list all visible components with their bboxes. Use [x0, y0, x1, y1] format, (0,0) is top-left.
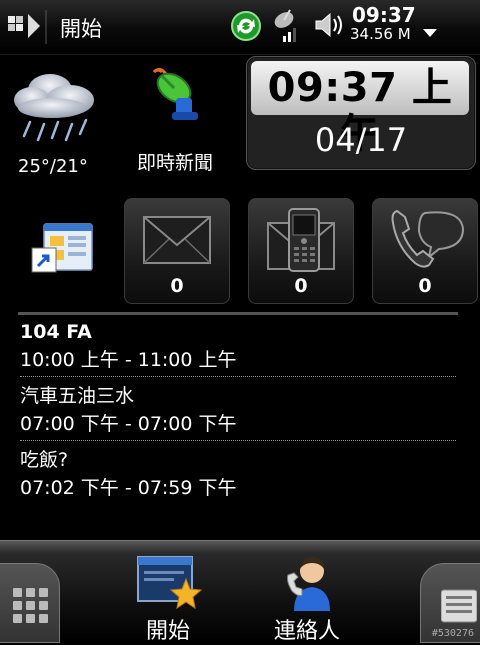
- email-icon: [143, 216, 211, 264]
- appointment-title: 汽車五油三水: [20, 385, 135, 407]
- appointment-item[interactable]: 吃飯? 07:02 下午 - 07:59 下午: [20, 446, 460, 502]
- clock-widget[interactable]: 09:37 上午 04/17: [246, 56, 476, 170]
- app-grid-button[interactable]: [0, 563, 60, 643]
- sms-count: 0: [294, 275, 308, 297]
- appointments-divider: [18, 312, 458, 315]
- contacts-icon: [287, 557, 330, 611]
- sms-tile[interactable]: 0: [248, 198, 354, 304]
- volume-icon[interactable]: [312, 10, 346, 44]
- appointment-title: 104 FA: [20, 321, 92, 343]
- email-count: 0: [170, 275, 184, 297]
- satellite-dish-icon: [152, 67, 198, 120]
- appointment-time: 07:00 下午 - 07:00 下午: [20, 413, 237, 435]
- news-label: 即時新聞: [137, 152, 214, 174]
- appointment-item[interactable]: 104 FA 10:00 上午 - 11:00 上午: [20, 318, 460, 374]
- clock-date: 04/17: [314, 121, 408, 159]
- signal-icon[interactable]: [270, 6, 300, 50]
- page-title[interactable]: 開始: [60, 13, 102, 43]
- email-tile[interactable]: 0: [124, 198, 230, 304]
- weather-temperature: 25°/21°: [18, 156, 88, 177]
- right-softkey-label: 連絡人: [274, 619, 341, 644]
- appointment-item[interactable]: 汽車五油三水 07:00 下午 - 07:00 下午: [20, 382, 460, 438]
- missed-call-count: 0: [418, 275, 432, 297]
- shortcut-icon[interactable]: [30, 222, 94, 278]
- menu-list-icon: [441, 589, 477, 623]
- appointment-time: 10:00 上午 - 11:00 上午: [20, 349, 237, 371]
- start-menu-icon: [137, 556, 203, 610]
- watermark: #530276: [431, 628, 474, 639]
- status-clock[interactable]: 09:37: [352, 5, 416, 25]
- windows-flag-icon: [8, 10, 47, 44]
- app-grid-icon: [13, 588, 48, 623]
- clock-time-panel: 09:37 上午: [251, 61, 469, 157]
- divider: [20, 376, 456, 377]
- appointment-title: 吃飯?: [20, 449, 69, 471]
- divider: [20, 440, 456, 441]
- sync-icon[interactable]: [230, 10, 262, 46]
- missed-call-tile[interactable]: 0: [372, 198, 478, 304]
- status-bar: 開始 09:37 34.56 M: [0, 0, 480, 55]
- dropdown-arrow-icon[interactable]: [422, 24, 438, 43]
- missed-call-icon: [391, 209, 465, 268]
- appointment-time: 07:02 下午 - 07:59 下午: [20, 477, 237, 499]
- left-softkey-label: 開始: [146, 619, 191, 644]
- sms-phone-icon: [267, 208, 335, 272]
- cloud-rain-icon: [14, 74, 94, 142]
- bottom-softkey-bar: 開始 連絡人 #530276: [0, 540, 480, 644]
- start-button[interactable]: [0, 6, 50, 48]
- storage-readout[interactable]: 34.56 M: [350, 26, 411, 42]
